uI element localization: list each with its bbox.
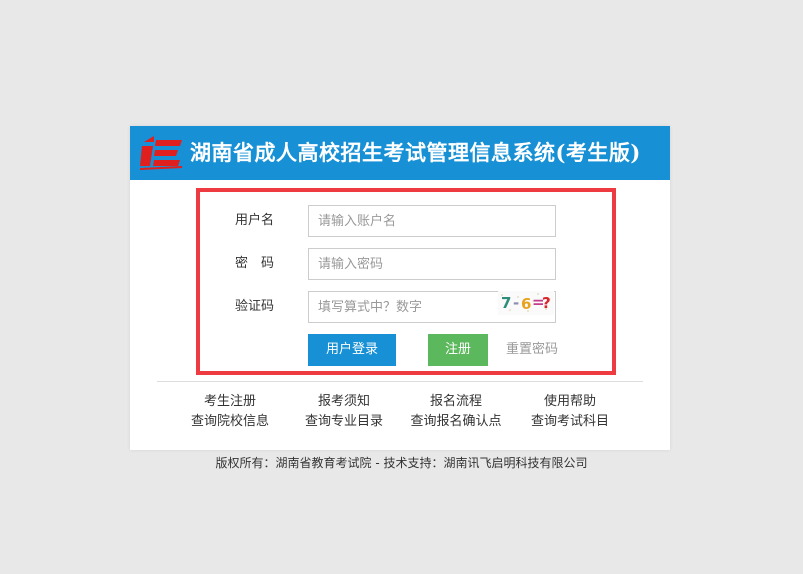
svg-text:7: 7 [501, 294, 511, 312]
svg-text:-: - [513, 294, 519, 312]
password-label: 密 码 [235, 256, 275, 271]
register-button[interactable]: 注册 [428, 334, 488, 366]
hunan-exam-logo-icon [140, 136, 183, 170]
link-query-subjects[interactable]: 查询考试科目 [510, 412, 630, 432]
svg-text:?: ? [542, 294, 551, 312]
link-exam-notice[interactable]: 报考须知 [284, 392, 404, 412]
svg-text:6: 6 [521, 295, 531, 313]
username-label: 用户名 [235, 213, 275, 228]
link-query-schools[interactable]: 查询院校信息 [170, 412, 290, 432]
link-help[interactable]: 使用帮助 [510, 392, 630, 412]
login-card: 湖南省成人高校招生考试管理信息系统(考生版) 用户名 密 码 验证码 7 - 6… [130, 126, 670, 450]
link-registration-process[interactable]: 报名流程 [396, 392, 516, 412]
page-title: 湖南省成人高校招生考试管理信息系统(考生版) [190, 140, 641, 165]
divider [157, 381, 643, 382]
captcha-image[interactable]: 7 - 6 = ? [498, 291, 554, 315]
link-query-confirmation-sites[interactable]: 查询报名确认点 [396, 412, 516, 432]
login-button[interactable]: 用户登录 [308, 334, 396, 366]
link-query-majors[interactable]: 查询专业目录 [284, 412, 404, 432]
header-bar: 湖南省成人高校招生考试管理信息系统(考生版) [130, 126, 670, 180]
password-input[interactable] [308, 248, 556, 280]
username-input[interactable] [308, 205, 556, 237]
link-register[interactable]: 考生注册 [170, 392, 290, 412]
reset-password-link[interactable]: 重置密码 [506, 334, 558, 366]
footer-copyright: 版权所有：湖南省教育考试院 - 技术支持：湖南讯飞启明科技有限公司 [215, 456, 588, 470]
captcha-label: 验证码 [235, 299, 275, 314]
